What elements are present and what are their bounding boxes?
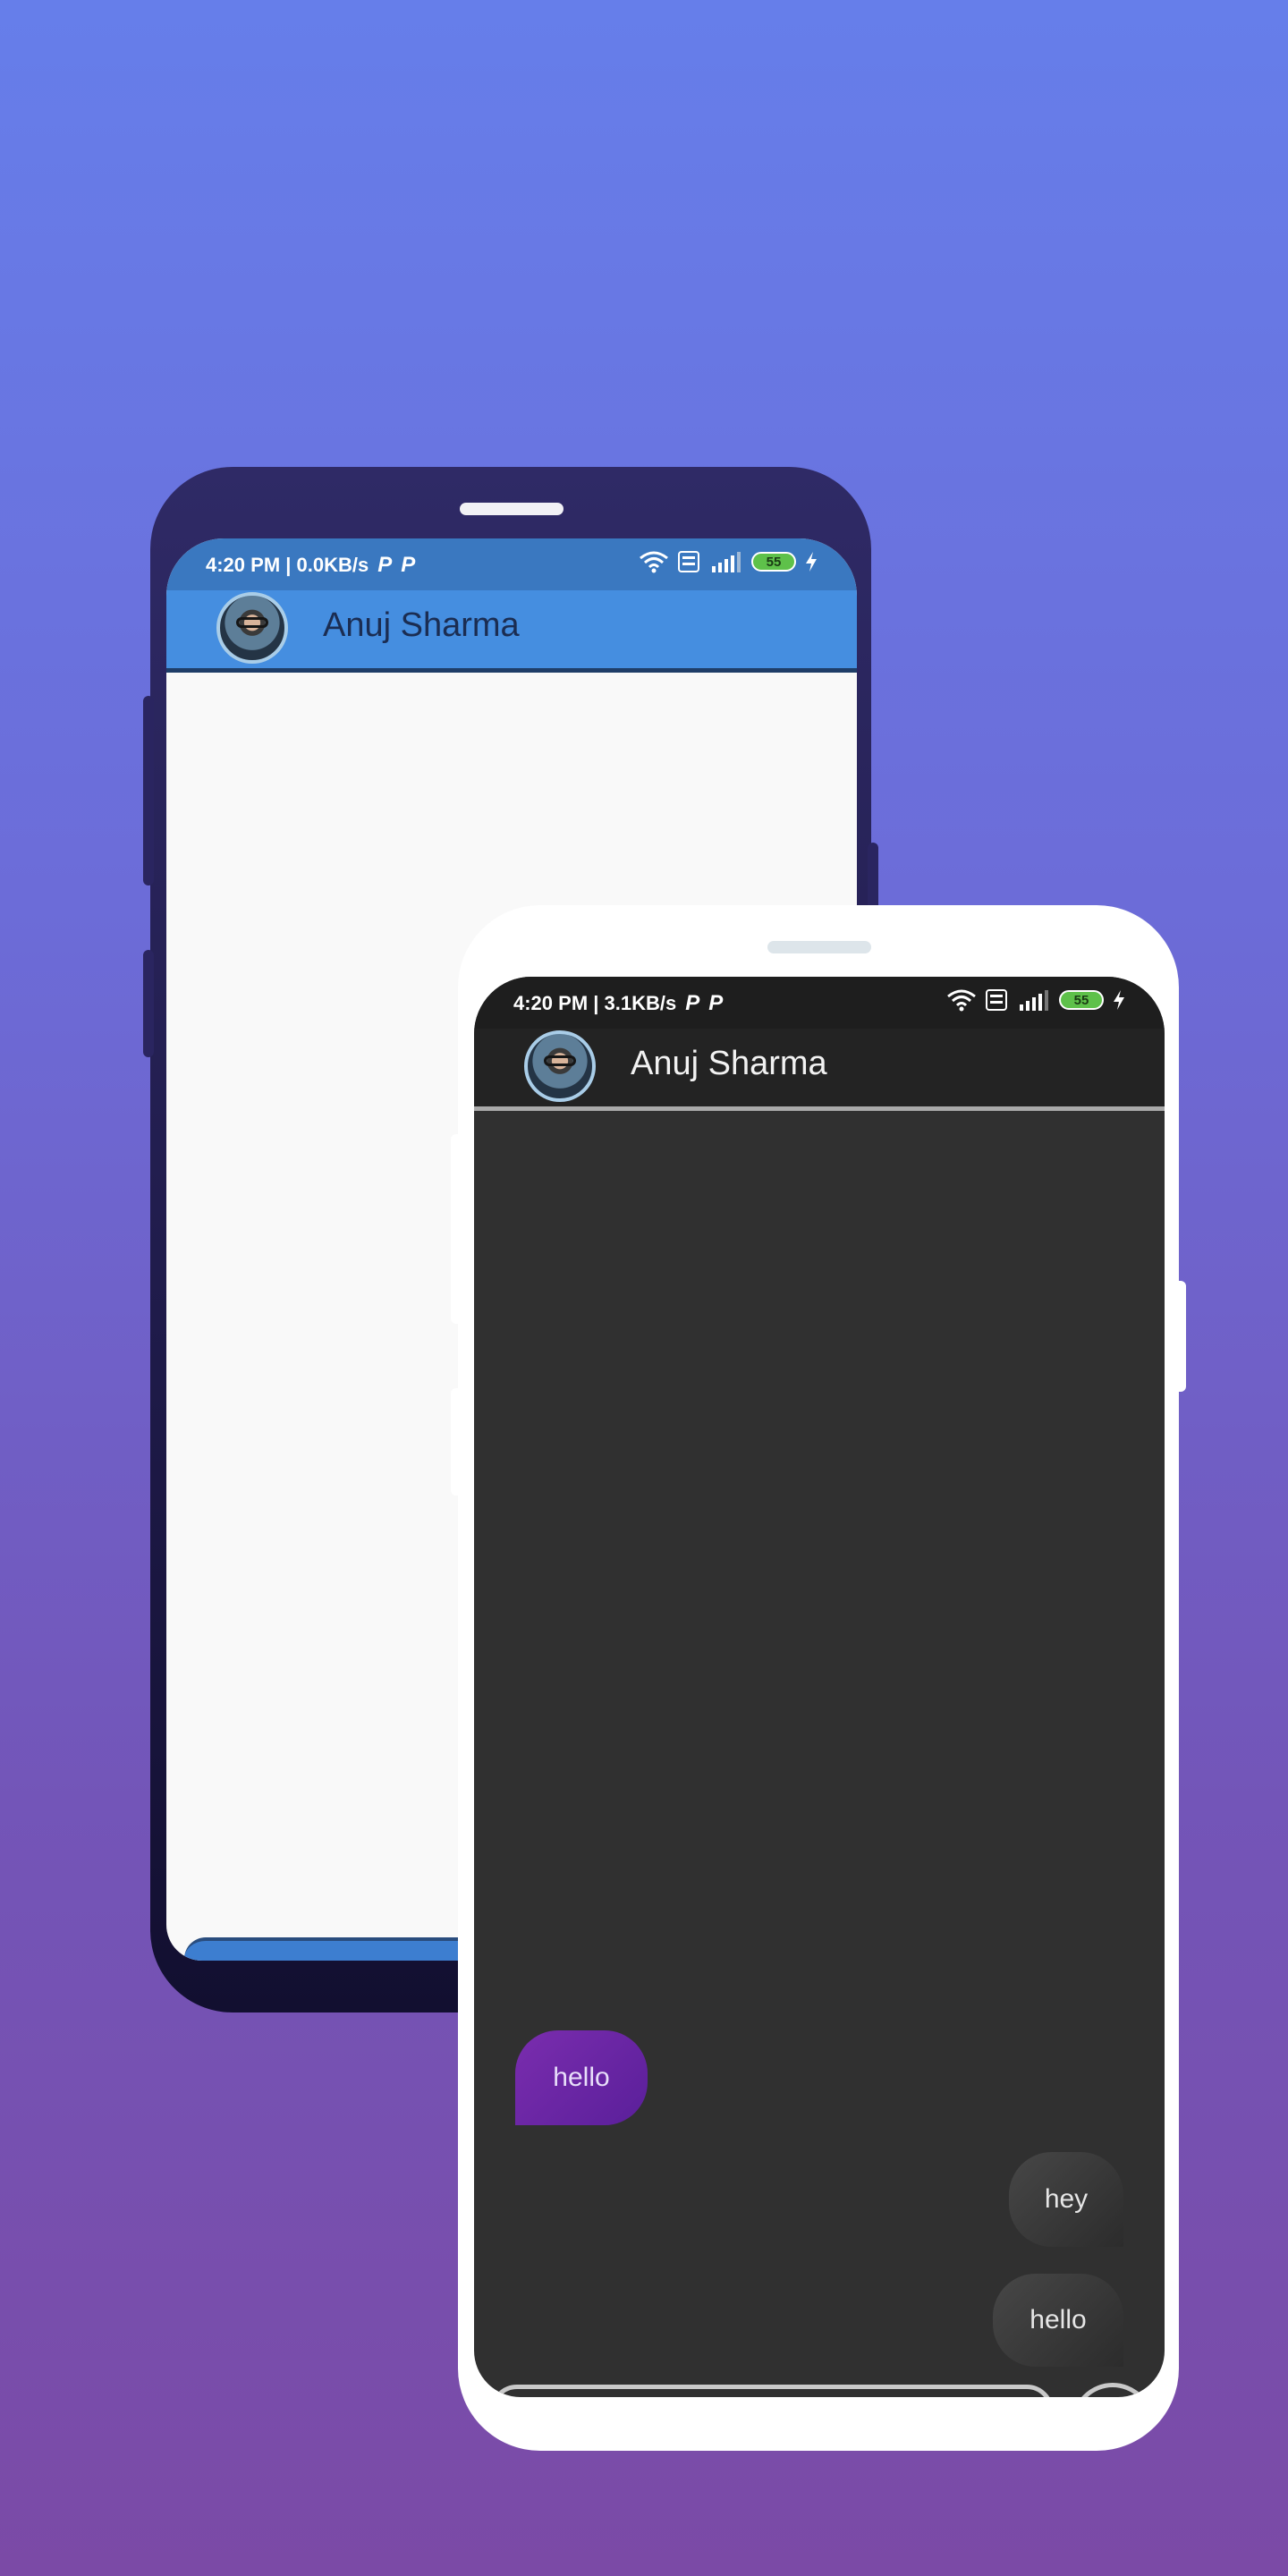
wifi-icon (640, 551, 668, 573)
avatar[interactable] (524, 1030, 596, 1102)
signal-4g-icon (712, 552, 741, 572)
volte-icon (986, 989, 1007, 1011)
send-button[interactable] (1072, 2383, 1154, 2397)
status-bar: 4:20 PM | 0.0KB/s P P 55 (166, 538, 857, 590)
parking-icon: P (377, 553, 393, 577)
signal-4g-icon (1020, 990, 1048, 1011)
message-bubble-outgoing[interactable]: hey (1009, 2152, 1123, 2247)
charging-icon (806, 552, 817, 572)
dark-theme-phone: 4:20 PM | 3.1KB/s P P 55 Anuj Sharma hel… (451, 905, 1186, 2451)
status-bar: 4:20 PM | 3.1KB/s P P 55 (474, 977, 1165, 1029)
avatar-glasses (544, 1055, 576, 1066)
avatar[interactable] (216, 592, 288, 664)
message-bubble-incoming[interactable]: hello (515, 2030, 648, 2125)
volume-button (143, 950, 154, 1057)
parking-icon: P (401, 553, 416, 577)
parking-icon: P (685, 991, 700, 1015)
status-time: 4:20 PM | 3.1KB/s (513, 992, 677, 1014)
chat-screen: 4:20 PM | 3.1KB/s P P 55 Anuj Sharma hel… (474, 977, 1165, 2397)
status-time: 4:20 PM | 0.0KB/s (206, 554, 369, 576)
battery-icon: 55 (1059, 990, 1104, 1010)
parking-icon: P (708, 991, 724, 1015)
phone-speaker (460, 503, 564, 515)
chat-app-bar: Anuj Sharma (166, 590, 857, 673)
message-bubble-outgoing[interactable]: hello (993, 2274, 1123, 2367)
wifi-icon (947, 989, 976, 1012)
volte-icon (678, 551, 699, 572)
avatar-glasses (236, 617, 268, 628)
volume-button (143, 696, 154, 886)
chat-app-bar: Anuj Sharma (474, 1029, 1165, 1111)
message-input[interactable] (490, 2385, 1054, 2397)
contact-name: Anuj Sharma (323, 606, 520, 644)
volume-button (451, 1134, 463, 1324)
charging-icon (1114, 990, 1124, 1010)
volume-button (451, 1388, 463, 1496)
phone-speaker (767, 941, 871, 953)
battery-icon: 55 (751, 552, 796, 572)
power-button (868, 843, 878, 912)
contact-name: Anuj Sharma (631, 1045, 827, 1082)
power-button (1174, 1281, 1186, 1392)
